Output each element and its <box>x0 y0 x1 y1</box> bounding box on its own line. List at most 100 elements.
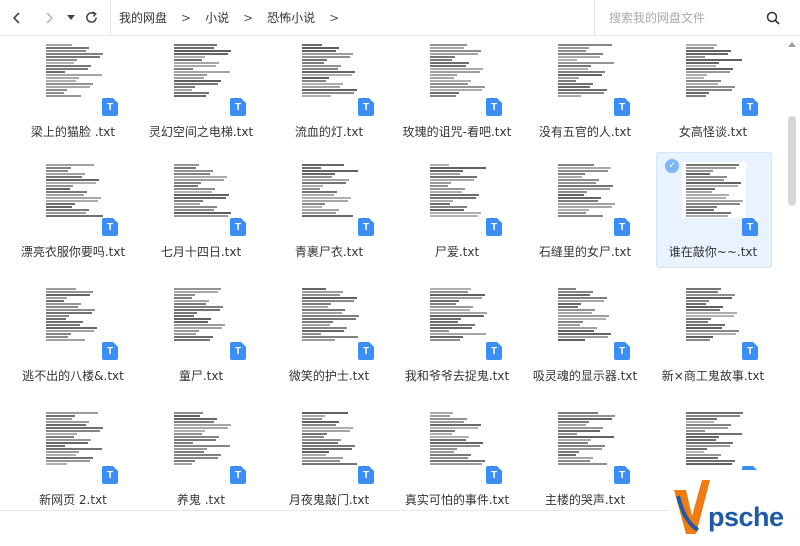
thumbnail-text-line <box>302 164 344 166</box>
thumbnail-text-line <box>302 457 343 459</box>
thumbnail-text-line <box>46 330 94 332</box>
thumbnail-text-line <box>430 167 486 169</box>
thumbnail-text-line <box>174 415 200 417</box>
thumbnail-text-line <box>558 318 606 320</box>
thumbnail-text-line <box>558 442 588 444</box>
refresh-button[interactable] <box>80 7 102 29</box>
thumbnail-text-line <box>302 191 337 193</box>
file-name: 我和爷爷去捉鬼.txt <box>404 369 510 383</box>
search-input[interactable] <box>609 11 769 25</box>
thumbnail-text-line <box>174 173 210 175</box>
file-thumbnail <box>682 286 746 342</box>
scroll-up-arrow-icon[interactable] <box>788 42 796 47</box>
thumbnail-text-line <box>302 303 331 305</box>
thumbnail-text-line <box>430 89 482 91</box>
thumbnail-text-line <box>46 179 99 181</box>
thumbnail-text-line <box>302 412 348 414</box>
thumbnail-text-line <box>686 65 716 67</box>
thumbnail-text-line <box>686 457 718 459</box>
thumbnail-text-line <box>686 421 714 423</box>
file-name: 主楼的哭声.txt <box>544 493 626 507</box>
thumbnail-text-line <box>174 92 209 94</box>
thumbnail-text-line <box>174 330 199 332</box>
search-icon[interactable] <box>766 11 780 25</box>
scrollbar-thumb[interactable] <box>788 116 796 206</box>
thumbnail-text-line <box>302 182 346 184</box>
scrollbar[interactable] <box>784 36 800 510</box>
thumbnail-text-line <box>430 50 481 52</box>
thumbnail-text-line <box>174 433 202 435</box>
thumbnail-text-line <box>430 170 463 172</box>
thumbnail-text-line <box>302 291 343 293</box>
breadcrumb: 我的网盘 > 小说 > 恐怖小说 > <box>110 0 353 36</box>
file-thumbnail <box>682 162 746 218</box>
breadcrumb-separator[interactable]: > <box>329 11 339 25</box>
thumbnail-text-line <box>174 182 201 184</box>
thumbnail-text-line <box>558 330 594 332</box>
thumbnail-text-line <box>558 430 600 432</box>
thumbnail-text-line <box>302 65 341 67</box>
thumbnail-text-line <box>302 330 344 332</box>
thumbnail-text-line <box>430 179 474 181</box>
thumbnail-text-line <box>302 442 338 444</box>
thumbnail-text-line <box>46 415 75 417</box>
thumbnail-text-line <box>430 433 452 435</box>
thumbnail-text-line <box>686 74 707 76</box>
thumbnail-text-line <box>558 427 603 429</box>
thumbnail-text-line <box>46 89 67 91</box>
thumbnail-text-line <box>558 44 612 46</box>
thumbnail-text-line <box>174 95 206 97</box>
thumbnail-text-line <box>558 294 590 296</box>
thumbnail-text-line <box>558 424 586 426</box>
thumbnail-text-line <box>430 212 481 214</box>
thumbnail-text-line <box>686 80 721 82</box>
thumbnail-text-line <box>686 460 735 462</box>
thumbnail-text-line <box>686 200 743 202</box>
thumbnail-text-line <box>558 215 603 217</box>
thumbnail-text-line <box>430 324 475 326</box>
file-name: 梁上的猫脸 .txt <box>30 125 116 139</box>
thumbnail-text-line <box>686 83 718 85</box>
thumbnail-text-line <box>430 336 463 338</box>
thumbnail-text-line <box>46 203 75 205</box>
thumbnail-text-line <box>686 445 730 447</box>
breadcrumb-separator: > <box>181 10 192 25</box>
thumbnail-text-line <box>302 167 321 169</box>
thumbnail-text-line <box>174 436 219 438</box>
thumbnail-text-line <box>302 200 348 202</box>
file-thumbnail <box>426 410 490 466</box>
thumbnail-text-line <box>430 206 467 208</box>
thumbnail-text-line <box>46 83 93 85</box>
thumbnail-text-line <box>430 315 484 317</box>
thumbnail-text-line <box>46 451 79 453</box>
history-dropdown-button[interactable] <box>64 7 78 29</box>
thumbnail-text-line <box>558 448 602 450</box>
thumbnail-text-line <box>558 415 615 417</box>
selected-check-icon[interactable]: ✓ <box>665 159 679 173</box>
thumbnail-text-line <box>686 430 705 432</box>
thumbnail-text-line <box>46 430 100 432</box>
thumbnail-text-line <box>430 191 462 193</box>
thumbnail-text-line <box>46 185 73 187</box>
back-button[interactable] <box>6 7 28 29</box>
thumbnail-text-line <box>686 56 705 58</box>
thumbnail-text-line <box>558 315 609 317</box>
breadcrumb-item-horror-novels[interactable]: 恐怖小说 <box>267 9 315 26</box>
breadcrumb-item-novels[interactable]: 小说 <box>205 9 229 26</box>
forward-button[interactable] <box>38 7 60 29</box>
file-name: 月夜鬼敲门.txt <box>288 493 370 507</box>
breadcrumb-item-my-drive[interactable]: 我的网盘 <box>119 9 167 26</box>
thumbnail-text-line <box>430 294 485 296</box>
thumbnail-text-line <box>686 424 731 426</box>
thumbnail-text-line <box>302 454 326 456</box>
thumbnail-text-line <box>46 209 89 211</box>
thumbnail-text-line <box>686 92 709 94</box>
thumbnail-text-line <box>302 324 330 326</box>
thumbnail-text-line <box>46 297 67 299</box>
thumbnail-text-line <box>46 197 101 199</box>
thumbnail-text-line <box>46 424 86 426</box>
thumbnail-text-line <box>430 56 455 58</box>
thumbnail-text-line <box>46 336 68 338</box>
thumbnail-text-line <box>302 95 331 97</box>
thumbnail-text-line <box>430 430 455 432</box>
